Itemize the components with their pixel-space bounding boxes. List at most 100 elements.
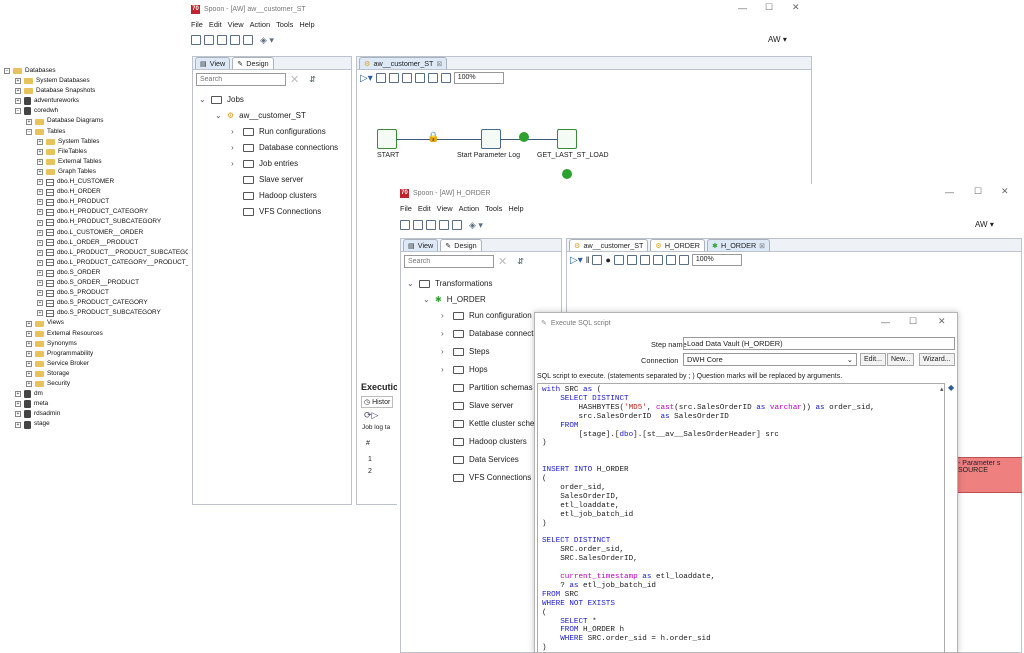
explorer-item[interactable]: + Synonyms — [26, 339, 77, 349]
expand-icon[interactable]: + — [26, 330, 32, 337]
expand-icon[interactable]: + — [15, 391, 21, 398]
tab-aw-customer[interactable]: ⚙ aw__customer_ST ⊠ — [359, 57, 448, 69]
explorer-item[interactable]: + External Tables — [37, 157, 102, 167]
explorer-item[interactable]: − Databases — [4, 66, 56, 76]
expand-icon[interactable]: + — [37, 290, 43, 297]
minimize-icon[interactable]: — — [881, 317, 890, 327]
expand-icon[interactable]: + — [26, 371, 32, 377]
menu-help[interactable]: Help — [508, 204, 523, 213]
explorer-item[interactable]: + adventureworks — [15, 96, 79, 106]
tab-aw-customer[interactable]: ⚙ aw__customer_ST — [569, 239, 649, 251]
tree-vfs-connections[interactable]: VFS Connections — [243, 207, 321, 216]
tree-run-configuration[interactable]: › Run configuration — [441, 311, 532, 320]
zoom-select[interactable]: 100% — [453, 72, 504, 84]
explorer-item[interactable]: + dbo.L_ORDER__PRODUCT — [37, 238, 138, 248]
get-last-st-load-icon[interactable] — [557, 129, 577, 149]
refresh-icon[interactable]: ⟳▷ — [364, 410, 378, 421]
edit-button[interactable]: Edit... — [860, 353, 886, 366]
stop-icon[interactable] — [375, 73, 386, 83]
save-icon[interactable] — [439, 220, 449, 230]
clear-search-icon[interactable]: ✕ — [290, 73, 299, 86]
menu-edit[interactable]: Edit — [209, 20, 222, 29]
tab-design[interactable]: ✎ Design — [232, 57, 274, 69]
expand-icon[interactable]: + — [26, 340, 32, 347]
explorer-item[interactable]: + Views — [26, 319, 64, 329]
debug-icon[interactable] — [401, 73, 412, 83]
sql-icon[interactable] — [665, 255, 676, 265]
save-as-icon[interactable] — [243, 35, 253, 45]
tab-view[interactable]: ▤ View — [403, 239, 439, 251]
expand-icon[interactable]: + — [15, 411, 21, 418]
zoom-select[interactable]: 100% — [691, 254, 742, 266]
explorer-item[interactable]: + dbo.H_ORDER — [37, 187, 101, 197]
new-file-icon[interactable] — [191, 35, 201, 45]
expand-icon[interactable]: + — [26, 360, 32, 367]
expand-icon[interactable]: + — [26, 118, 32, 125]
explorer-item[interactable]: + dbo.H_PRODUCT — [37, 197, 109, 207]
open-file-icon[interactable] — [413, 220, 423, 230]
expand-icon[interactable]: + — [37, 270, 43, 276]
explorer-item[interactable]: + Database Snapshots — [15, 86, 95, 96]
explorer-item[interactable]: + meta — [15, 399, 48, 409]
tree-hadoop-clusters[interactable]: Hadoop clusters — [453, 437, 527, 446]
explorer-item[interactable]: + Database Diagrams — [26, 117, 103, 127]
tree-hops[interactable]: › Hops — [441, 365, 488, 374]
expand-collapse-icon[interactable]: ⇵ — [309, 75, 316, 84]
start-parameter-log-icon[interactable] — [481, 129, 501, 149]
new-button[interactable]: New... — [887, 353, 915, 366]
explorer-item[interactable]: + dbo.H_CUSTOMER — [37, 177, 114, 187]
expand-icon[interactable]: + — [15, 401, 21, 408]
preview-icon[interactable]: ● — [605, 255, 610, 265]
explorer-item[interactable]: + dbo.H_PRODUCT_SUBCATEGORY — [37, 218, 161, 228]
save-as-icon[interactable] — [452, 220, 462, 230]
replay-icon[interactable] — [414, 73, 425, 83]
new-file-icon[interactable] — [400, 220, 410, 230]
collapse-icon[interactable]: − — [15, 108, 21, 115]
verify-icon[interactable] — [639, 255, 650, 265]
expand-icon[interactable]: + — [37, 229, 43, 236]
menu-view[interactable]: View — [437, 204, 453, 213]
expand-icon[interactable]: + — [37, 209, 43, 216]
expand-collapse-icon[interactable]: ⇵ — [517, 257, 524, 266]
user-menu[interactable]: AW ▾ — [768, 35, 787, 44]
menu-view[interactable]: View — [228, 20, 244, 29]
explorer-item[interactable]: + dbo.S_PRODUCT_CATEGORY — [37, 298, 148, 308]
close-icon[interactable]: ✕ — [1001, 186, 1009, 197]
tree-h-order[interactable]: ⌄ ✱ H_ORDER — [423, 295, 486, 304]
explorer-item[interactable]: + System Databases — [15, 76, 90, 86]
tree-database-connections[interactable]: › Database connecti — [441, 329, 535, 338]
step-name-input[interactable]: Load Data Vault (H_ORDER) — [683, 337, 955, 350]
expand-icon[interactable]: + — [37, 138, 43, 145]
menu-file[interactable]: File — [400, 204, 412, 213]
tree-kettle-cluster[interactable]: Kettle cluster scher — [453, 419, 537, 428]
menu-action[interactable]: Action — [250, 20, 271, 29]
explorer-item[interactable]: + dbo.S_ORDER__PRODUCT — [37, 278, 139, 288]
menu-tools[interactable]: Tools — [485, 204, 502, 213]
expand-icon[interactable]: + — [37, 259, 43, 266]
tab-view[interactable]: ▤ View — [195, 57, 231, 69]
explorer-item[interactable]: − coredwh — [15, 106, 58, 116]
open-file-icon[interactable] — [204, 35, 214, 45]
run-icon[interactable]: ▷▾ — [360, 73, 373, 84]
tree-transformations[interactable]: ⌄ Transformations — [407, 279, 493, 288]
replay-icon[interactable] — [626, 255, 637, 265]
explorer-item[interactable]: + dbo.L_PRODUCT__PRODUCT_SUBCATEGORY — [37, 248, 199, 258]
expand-icon[interactable]: + — [37, 179, 43, 186]
expand-icon[interactable]: + — [37, 219, 43, 226]
expand-icon[interactable]: + — [37, 199, 43, 206]
run-icon[interactable]: ▷▾ — [570, 255, 583, 266]
expand-icon[interactable]: + — [37, 189, 43, 196]
explore-icon[interactable] — [217, 35, 227, 45]
expand-icon[interactable]: + — [37, 249, 43, 256]
explorer-item[interactable]: + stage — [15, 420, 50, 430]
search-input[interactable] — [404, 255, 494, 268]
menu-edit[interactable]: Edit — [418, 204, 431, 213]
explorer-item[interactable]: + External Resources — [26, 329, 103, 339]
tree-partition-schemas[interactable]: Partition schemas — [453, 383, 533, 392]
maximize-icon[interactable]: ☐ — [974, 186, 982, 197]
tree-slave-server[interactable]: Slave server — [453, 401, 513, 410]
start-step-icon[interactable] — [377, 129, 397, 149]
expand-icon[interactable]: + — [37, 158, 43, 165]
explorer-item[interactable]: + Storage — [26, 369, 69, 379]
explorer-item[interactable]: + Programmability — [26, 349, 93, 359]
